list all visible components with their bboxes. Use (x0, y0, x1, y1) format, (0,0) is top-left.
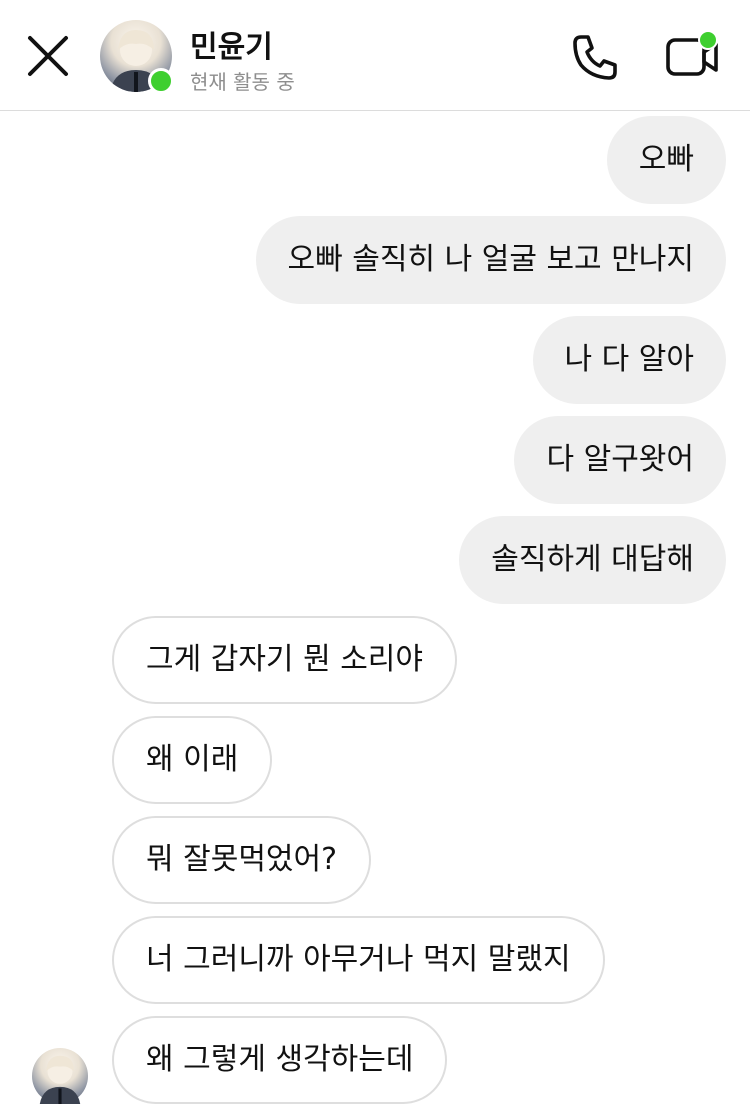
contact-name[interactable]: 민윤기 (190, 22, 273, 66)
chat-header: 민윤기 현재 활동 중 (0, 0, 750, 111)
received-message[interactable]: 뭐 잘못먹었어? (112, 816, 372, 904)
sent-message[interactable]: 오빠 (606, 116, 726, 204)
received-message[interactable]: 그게 갑자기 뭔 소리야 (112, 616, 458, 704)
close-icon (28, 36, 68, 76)
contact-avatar[interactable] (100, 20, 174, 94)
close-button[interactable] (24, 32, 72, 80)
video-call-button[interactable] (664, 30, 722, 82)
message-thread[interactable]: 오빠 오빠 솔직히 나 얼굴 보고 만나지 나 다 알아 다 알구왓어 솔직하게… (0, 111, 750, 1111)
received-message[interactable]: 왜 그렇게 생각하는데 (112, 1016, 448, 1104)
received-message[interactable]: 왜 이래 (112, 716, 273, 804)
sent-message[interactable]: 다 알구왓어 (514, 416, 726, 504)
call-button[interactable] (570, 32, 620, 82)
online-indicator (148, 68, 174, 94)
received-message[interactable]: 너 그러니까 아무거나 먹지 말랬지 (112, 916, 605, 1004)
sent-message[interactable]: 오빠 솔직히 나 얼굴 보고 만나지 (255, 216, 726, 304)
sent-message[interactable]: 솔직하게 대답해 (459, 516, 726, 604)
video-notification-dot (698, 30, 718, 50)
active-status: 현재 활동 중 (190, 70, 295, 94)
sender-avatar[interactable] (32, 1048, 88, 1104)
phone-icon (573, 35, 617, 80)
sent-message[interactable]: 나 다 알아 (532, 316, 726, 404)
